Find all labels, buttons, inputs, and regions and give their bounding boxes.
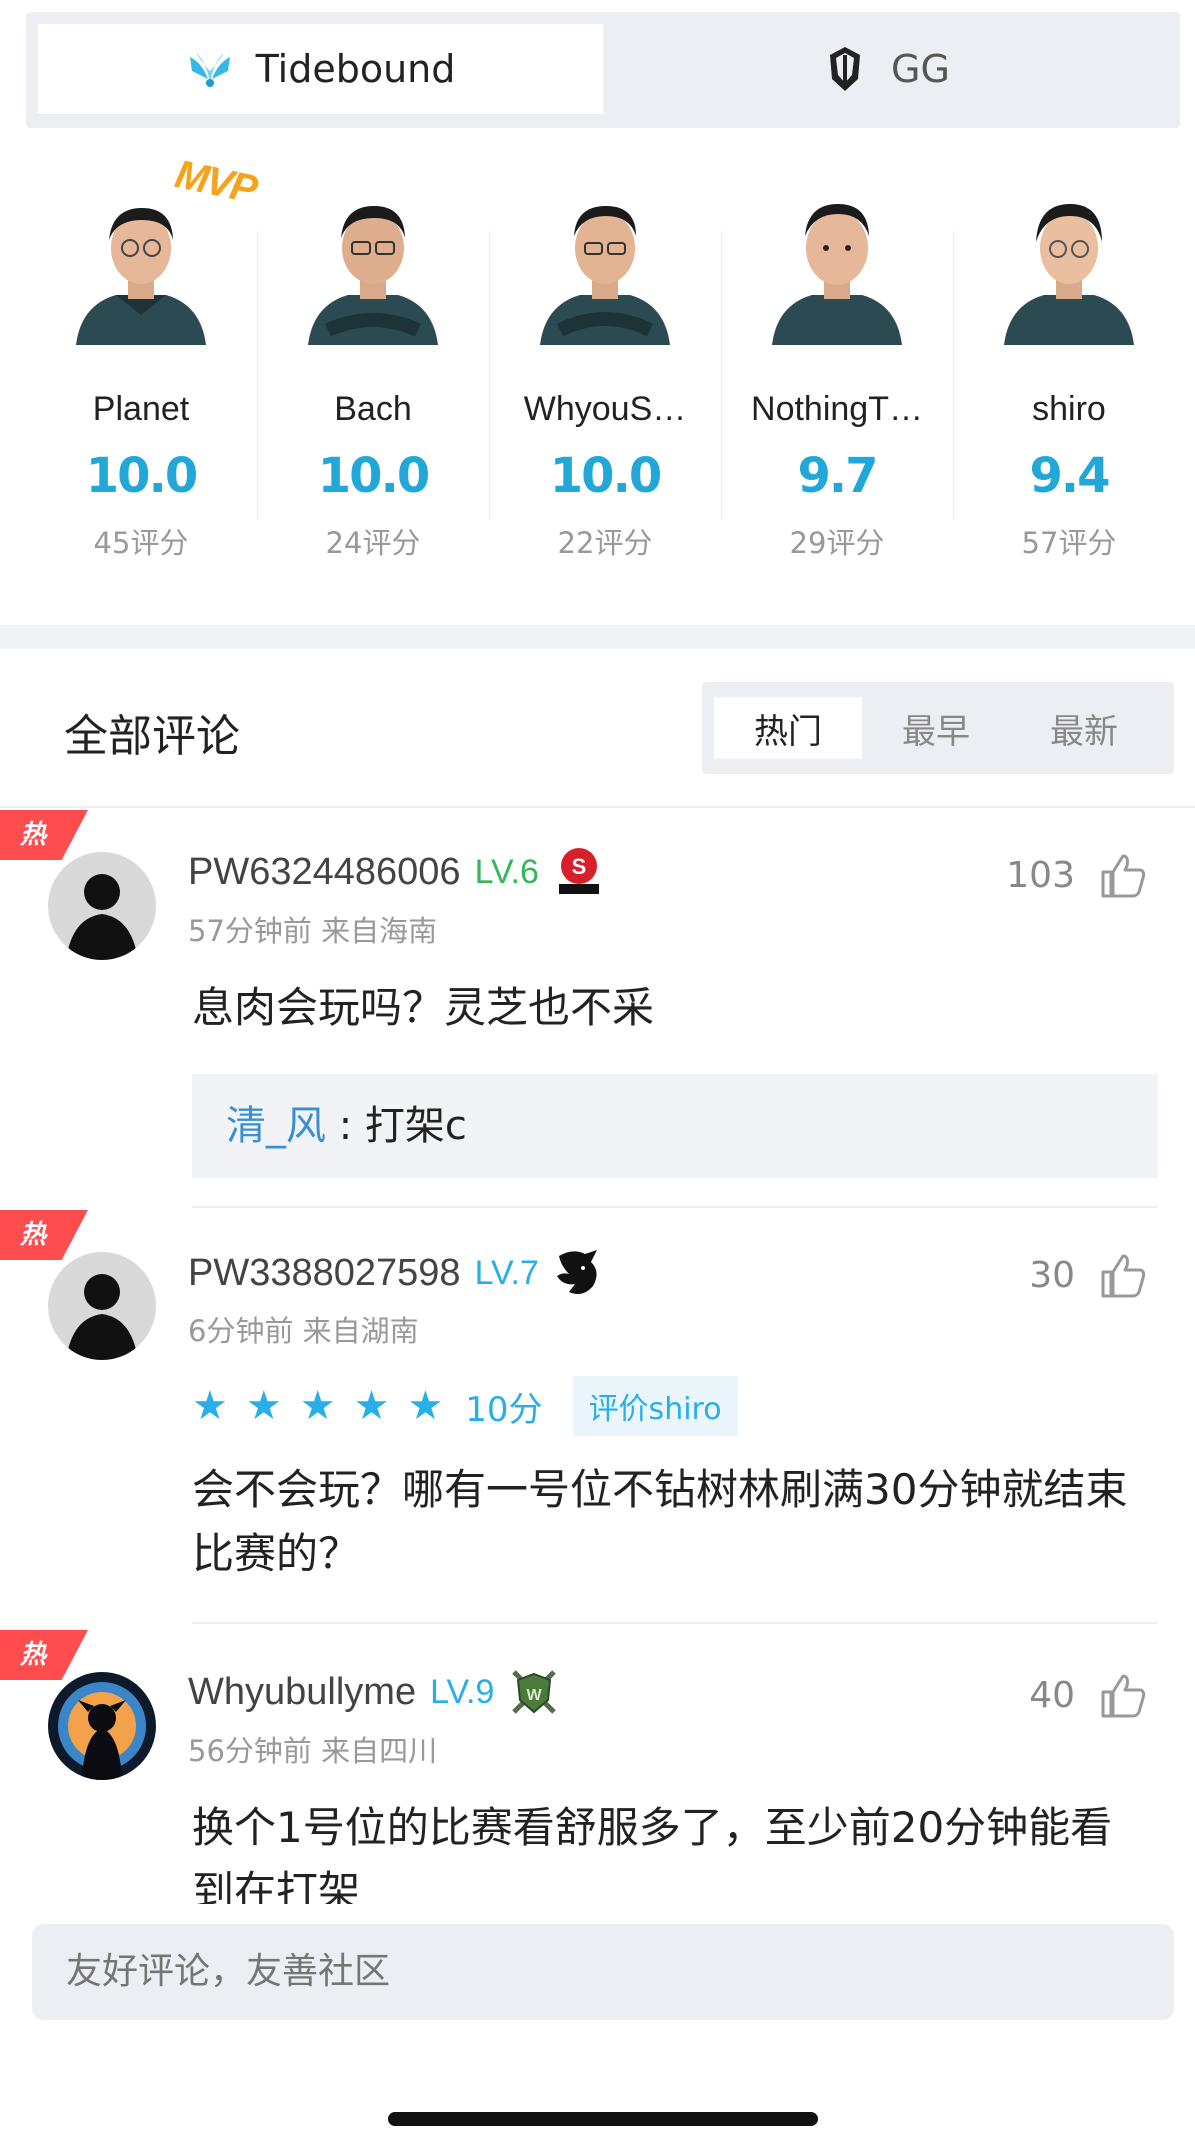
star-icon: ★ <box>245 1383 282 1429</box>
comment-input-bar <box>0 1904 1195 2148</box>
star-icon: ★ <box>353 1383 390 1429</box>
player-card[interactable]: WhyouS… 10.0 22评分 <box>489 160 721 580</box>
team-tab-gg[interactable]: GG <box>603 24 1168 114</box>
comment-meta: 6分钟前 来自湖南 <box>188 1314 419 1348</box>
team-spirit-dragon-badge-icon <box>556 1250 597 1294</box>
like-button[interactable]: 103 <box>1006 852 1147 898</box>
thumbs-up-icon <box>1101 1254 1146 1298</box>
like-count: 103 <box>1006 854 1075 896</box>
comment-item: 热 PW3388027598 LV.7 6分钟前 来自湖南 30 ★ ★ ★ ★… <box>0 1210 1195 1630</box>
username[interactable]: PW3388027598 <box>188 1252 461 1295</box>
star-icon: ★ <box>407 1383 444 1429</box>
like-count: 30 <box>1029 1254 1075 1296</box>
player-name: WhyouS… <box>523 390 687 428</box>
player-card[interactable]: shiro 9.4 57评分 <box>953 160 1185 580</box>
yakult-brothers-badge-icon: S <box>558 848 599 894</box>
shield-swords-badge-icon: W <box>512 1670 557 1714</box>
user-level: LV.6 <box>474 852 539 891</box>
player-rating-count: 24评分 <box>325 526 421 560</box>
sort-tab-hot[interactable]: 热门 <box>714 697 862 759</box>
player-ratings: MVP Planet 10.0 45评分 Bach 10.0 24评分 Whyo… <box>0 152 1195 580</box>
player-score: 9.4 <box>1029 448 1110 504</box>
svg-text:S: S <box>572 854 587 879</box>
comment-item: 热 PW6324486006 LV.6 S 57分钟前 来自海南 103 息肉会… <box>0 810 1195 1208</box>
reply-text: 打架c <box>364 1103 467 1149</box>
player-portrait <box>76 208 206 345</box>
player-portrait <box>308 206 438 345</box>
rating-target-tag[interactable]: 评价shiro <box>572 1376 738 1436</box>
sort-tabs: 热门 最早 最新 <box>702 682 1174 774</box>
player-name: Planet <box>92 390 190 428</box>
header-divider <box>0 806 1195 808</box>
comments-title: 全部评论 <box>64 711 240 762</box>
player-score: 10.0 <box>549 448 662 504</box>
avatar[interactable] <box>48 852 156 960</box>
like-button[interactable]: 30 <box>1029 1252 1147 1298</box>
user-level: LV.7 <box>474 1253 539 1292</box>
svg-text:W: W <box>527 1687 543 1704</box>
comment-item: 热 Whyubullyme LV.9 W 56分钟前 来自四川 40 换个1号位… <box>0 1630 1195 1904</box>
player-card[interactable]: Bach 10.0 24评分 <box>257 160 489 580</box>
player-portrait <box>772 204 902 345</box>
comment-text: 换个1号位的比赛看舒服多了，至少前20分钟能看到在打架 <box>192 1803 1113 1904</box>
star-icon: ★ <box>299 1383 336 1429</box>
avatar[interactable] <box>48 1252 156 1360</box>
tidebound-logo-icon <box>186 45 234 93</box>
team-tabs: Tidebound GG <box>26 12 1180 128</box>
thumbs-up-icon <box>1101 1674 1146 1718</box>
rating-row: ★ ★ ★ ★ ★ 10分 评价shiro <box>192 1376 738 1436</box>
username[interactable]: Whyubullyme <box>188 1671 416 1714</box>
comment-username-row: PW6324486006 LV.6 S <box>188 846 605 898</box>
avatar[interactable] <box>48 1672 156 1780</box>
sort-tab-earliest[interactable]: 最早 <box>862 697 1010 759</box>
sort-tab-latest[interactable]: 最新 <box>1010 697 1158 759</box>
player-name: shiro <box>1032 390 1106 428</box>
comment-meta: 56分钟前 来自四川 <box>188 1734 438 1768</box>
gg-helmet-logo-icon <box>821 45 869 93</box>
comment-divider <box>192 1622 1158 1624</box>
like-button[interactable]: 40 <box>1029 1672 1147 1718</box>
comment-input[interactable] <box>32 1924 1174 2020</box>
player-rating-count: 29评分 <box>789 526 885 560</box>
reply-username[interactable]: 清_风 <box>226 1103 326 1149</box>
team-name: GG <box>891 47 950 91</box>
home-indicator <box>388 2112 818 2126</box>
team-tab-tidebound[interactable]: Tidebound <box>38 24 603 114</box>
username[interactable]: PW6324486006 <box>188 851 461 894</box>
player-card[interactable]: NothingT… 9.7 29评分 <box>721 160 953 580</box>
comment-username-row: Whyubullyme LV.9 W <box>188 1666 560 1718</box>
like-count: 40 <box>1029 1674 1075 1716</box>
player-portrait <box>540 206 670 345</box>
player-score: 9.7 <box>797 448 878 504</box>
player-score: 10.0 <box>317 448 430 504</box>
comment-meta: 57分钟前 来自海南 <box>188 914 438 948</box>
comment-text: 会不会玩？哪有一号位不钻树林刷满30分钟就结束比赛的？ <box>192 1465 1128 1578</box>
player-score: 10.0 <box>85 448 198 504</box>
player-portrait <box>1004 204 1134 345</box>
comment-username-row: PW3388027598 LV.7 <box>188 1246 603 1300</box>
hot-badge: 热 <box>0 810 88 860</box>
player-rating-count: 45评分 <box>93 526 189 560</box>
hot-badge: 热 <box>0 1210 88 1260</box>
rating-score: 10分 <box>465 1389 543 1430</box>
player-name: NothingT… <box>751 390 923 428</box>
comment-text: 息肉会玩吗？灵芝也不采 <box>192 983 655 1032</box>
reply-preview[interactable]: 清_风 : 打架c <box>192 1074 1158 1178</box>
section-divider <box>0 625 1195 649</box>
comment-divider <box>192 1206 1158 1208</box>
player-card[interactable]: MVP Planet 10.0 45评分 <box>25 152 259 580</box>
reply-separator: : <box>326 1103 365 1149</box>
user-level: LV.9 <box>430 1672 495 1711</box>
team-name: Tidebound <box>255 47 456 91</box>
player-name: Bach <box>334 390 412 428</box>
player-rating-count: 57评分 <box>1021 526 1117 560</box>
hot-badge: 热 <box>0 1630 88 1680</box>
thumbs-up-icon <box>1101 854 1146 898</box>
player-rating-count: 22评分 <box>557 526 653 560</box>
star-icon: ★ <box>192 1383 228 1429</box>
